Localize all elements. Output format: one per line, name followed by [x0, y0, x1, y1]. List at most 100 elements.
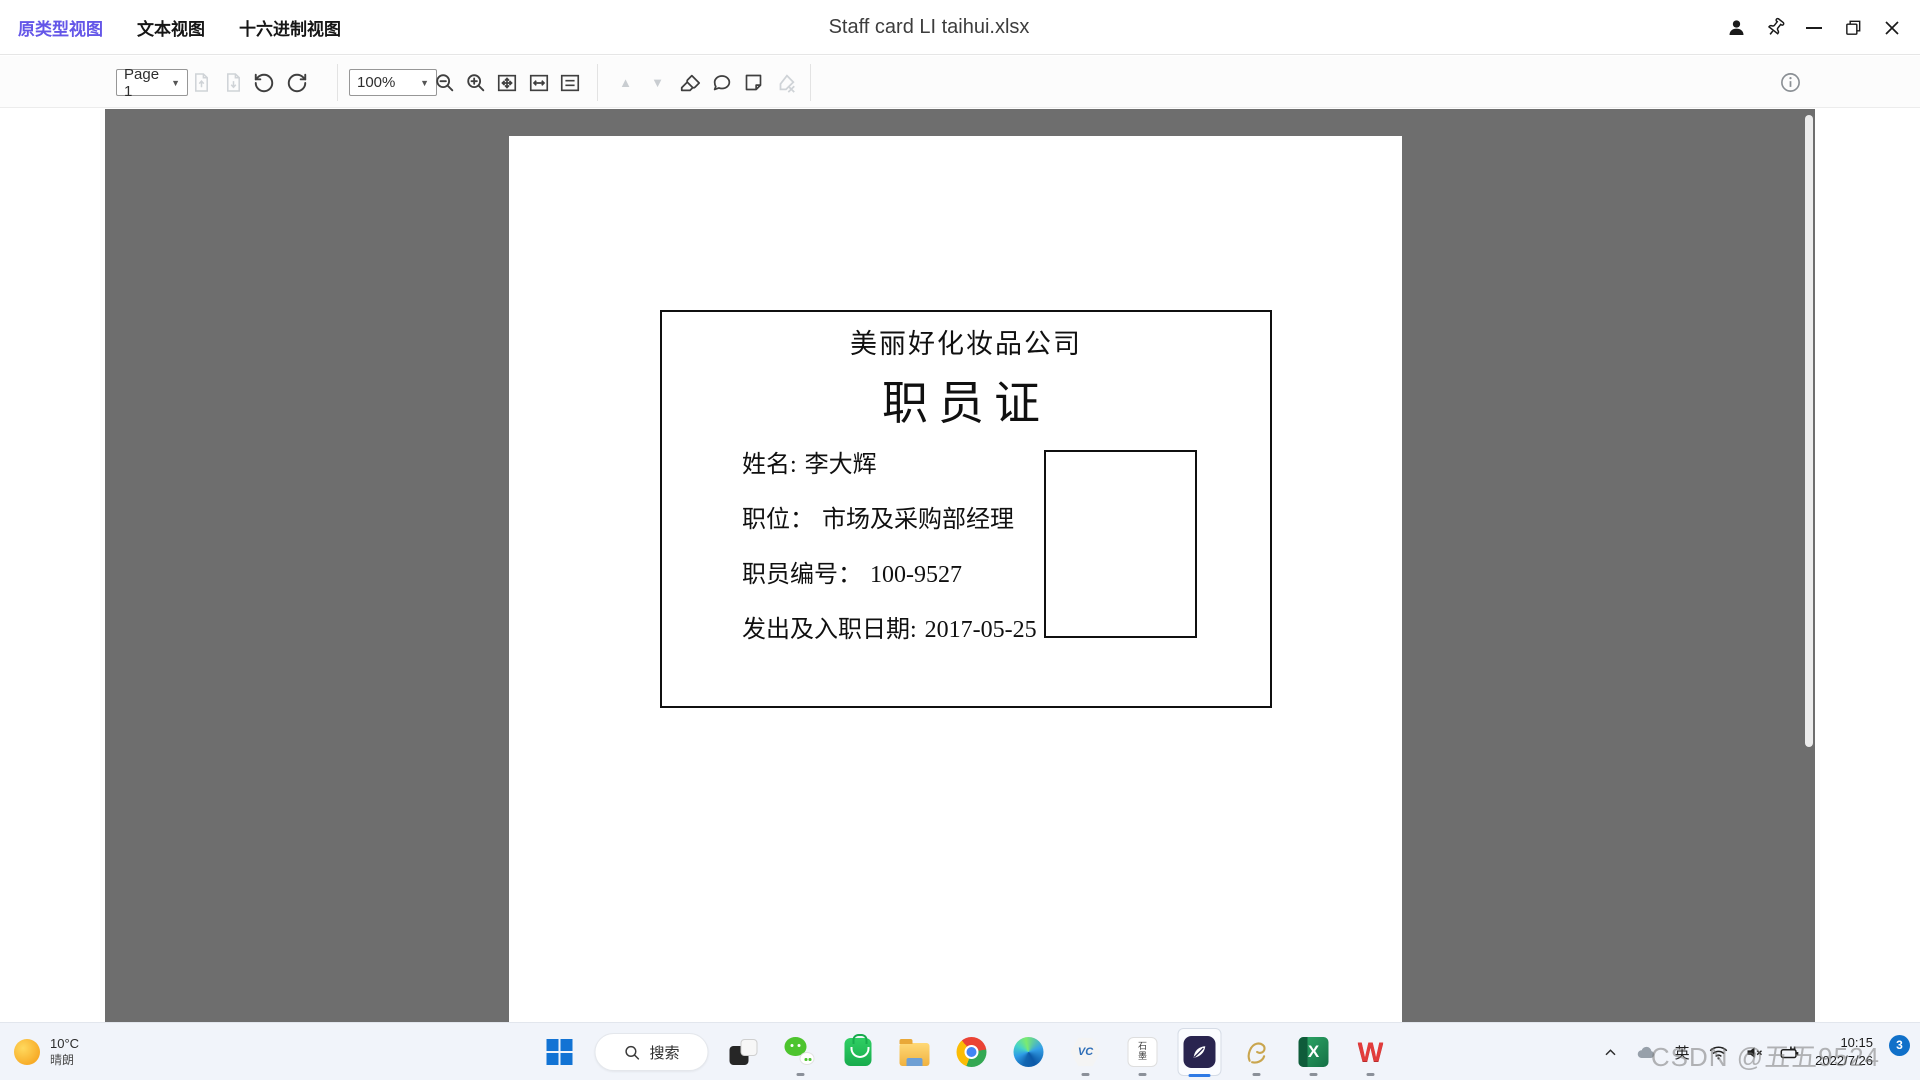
- running-indicator: [1253, 1073, 1261, 1076]
- staff-card: 美丽好化妆品公司 职员证 姓名:李大辉 职位：市场及采购部经理 职员编号：100…: [660, 310, 1272, 708]
- chrome-icon: [957, 1037, 987, 1067]
- tab-original-view[interactable]: 原类型视图: [18, 15, 103, 40]
- rotate-right-button[interactable]: [283, 69, 310, 96]
- close-icon: [1883, 19, 1901, 37]
- tab-text-view[interactable]: 文本视图: [137, 15, 205, 40]
- dropdown-arrow-icon: ▼: [420, 78, 429, 88]
- chevron-up-icon: [1603, 1045, 1618, 1060]
- fit-width-button[interactable]: [525, 69, 552, 96]
- minimize-button[interactable]: [1802, 16, 1826, 40]
- toolbar-separator: [597, 64, 598, 101]
- excel-letter: X: [1308, 1042, 1319, 1062]
- fit-page-button[interactable]: [493, 69, 520, 96]
- minimize-icon: [1806, 27, 1822, 29]
- wechat-icon: [785, 1037, 817, 1067]
- taskbar-app-wps[interactable]: W: [1349, 1025, 1393, 1079]
- veracrypt-letters: VC: [1078, 1047, 1093, 1058]
- file-viewer-icon: [1184, 1036, 1216, 1068]
- field-value: 市场及采购部经理: [822, 507, 1014, 533]
- search-label: 搜索: [649, 1042, 679, 1063]
- info-icon: [1779, 71, 1802, 94]
- zoom-select-value: 100%: [357, 74, 395, 91]
- weather-text: 10°C 晴朗: [50, 1036, 79, 1068]
- highlight-button[interactable]: [676, 69, 703, 96]
- search-icon: [623, 1044, 640, 1061]
- csdn-watermark: CSDN @五五9524: [1651, 1037, 1880, 1074]
- note-button[interactable]: [740, 69, 767, 96]
- taskbar-app-file-explorer[interactable]: [893, 1025, 937, 1079]
- taskbar-app-edge[interactable]: [1007, 1025, 1051, 1079]
- zoom-select[interactable]: 100% ▼: [349, 69, 437, 96]
- taskbar-app-excel[interactable]: X: [1292, 1025, 1336, 1079]
- wps-icon: W: [1358, 1039, 1383, 1066]
- field-value: 李大辉: [805, 452, 877, 478]
- field-label: 姓名:: [742, 452, 797, 478]
- comment-button[interactable]: [708, 69, 735, 96]
- toolbar-separator: [810, 64, 811, 101]
- taskbar-search[interactable]: 搜索: [595, 1033, 709, 1071]
- next-annotation-button[interactable]: ▼: [644, 69, 671, 96]
- card-fields: 姓名: 李大辉 职位： 市场及采购部经理 职员编号： 100-9527 发出及入职日期…: [742, 450, 1037, 670]
- rotate-left-icon: [253, 72, 275, 94]
- taskbar-app-veracrypt[interactable]: VC: [1064, 1025, 1108, 1079]
- field-label: 职员编号：: [742, 562, 862, 588]
- taskbar-app-file-viewer-active[interactable]: [1178, 1025, 1222, 1079]
- zoom-out-icon: [434, 72, 456, 94]
- running-indicator: [1139, 1073, 1147, 1076]
- close-button[interactable]: [1880, 16, 1904, 40]
- page-select[interactable]: Page 1 ▼: [116, 69, 188, 96]
- toolbar-separator: [337, 64, 338, 101]
- field-position: 职位： 市场及采购部经理: [742, 505, 1037, 535]
- field-label: 职位：: [742, 507, 814, 533]
- company-name: 美丽好化妆品公司: [662, 322, 1270, 361]
- taskbar-app-chrome[interactable]: [950, 1025, 994, 1079]
- viewer-toolbar: Page 1 ▼ 100% ▼: [0, 56, 1920, 108]
- field-value: 100-9527: [870, 562, 962, 588]
- start-button[interactable]: [538, 1025, 582, 1079]
- tab-hex-view[interactable]: 十六进制视图: [239, 15, 341, 40]
- person-icon: [1726, 17, 1747, 38]
- taskbar-app-store[interactable]: [836, 1025, 880, 1079]
- excel-icon: X: [1299, 1037, 1329, 1067]
- titlebar: 原类型视图 文本视图 十六进制视图 Staff card LI taihui.x…: [0, 0, 1920, 55]
- notification-badge[interactable]: 3: [1889, 1035, 1910, 1056]
- document-canvas: 美丽好化妆品公司 职员证 姓名:李大辉 职位：市场及采购部经理 职员编号：100…: [105, 109, 1815, 1022]
- speech-bubble-icon: [711, 72, 733, 94]
- next-page-button[interactable]: [220, 69, 247, 96]
- page-up-icon: [192, 72, 211, 93]
- task-view-icon: [730, 1038, 758, 1066]
- taskbar-app-navicat[interactable]: [1235, 1025, 1279, 1079]
- dropdown-arrow-icon: ▼: [171, 78, 180, 88]
- taskbar-app-shimo[interactable]: 石墨: [1121, 1025, 1165, 1079]
- window-title: Staff card LI taihui.xlsx: [829, 0, 1030, 55]
- prev-annotation-button[interactable]: ▲: [612, 69, 639, 96]
- folder-icon: [900, 1043, 930, 1066]
- prev-page-button[interactable]: [188, 69, 215, 96]
- weather-condition: 晴朗: [50, 1053, 79, 1069]
- photo-placeholder: [1044, 450, 1197, 638]
- tray-chevron-button[interactable]: [1599, 1041, 1621, 1063]
- triangle-up-icon: ▲: [619, 76, 632, 89]
- delete-annotation-icon: [775, 72, 797, 94]
- account-button[interactable]: [1724, 16, 1748, 40]
- restore-button[interactable]: [1841, 16, 1865, 40]
- sun-icon: [14, 1039, 40, 1065]
- vertical-scrollbar[interactable]: [1805, 115, 1813, 747]
- delete-annotation-button[interactable]: [772, 69, 799, 96]
- zoom-out-button[interactable]: [431, 69, 458, 96]
- fit-height-button[interactable]: [556, 69, 583, 96]
- weather-widget[interactable]: 10°C 晴朗: [14, 1023, 79, 1081]
- page-down-icon: [224, 72, 243, 93]
- windows-start-icon: [547, 1039, 573, 1065]
- highlighter-icon: [679, 72, 701, 94]
- taskbar-app-task-view[interactable]: [722, 1025, 766, 1079]
- rotate-left-button[interactable]: [250, 69, 277, 96]
- running-indicator: [797, 1073, 805, 1076]
- weather-temperature: 10°C: [50, 1036, 79, 1053]
- zoom-in-button[interactable]: [462, 69, 489, 96]
- field-label: 发出及入职日期:: [742, 617, 917, 643]
- info-button[interactable]: [1777, 69, 1804, 96]
- pin-button[interactable]: [1763, 16, 1787, 40]
- field-issue-date: 发出及入职日期:2017-05-25: [742, 615, 1037, 645]
- taskbar-app-wechat[interactable]: [779, 1025, 823, 1079]
